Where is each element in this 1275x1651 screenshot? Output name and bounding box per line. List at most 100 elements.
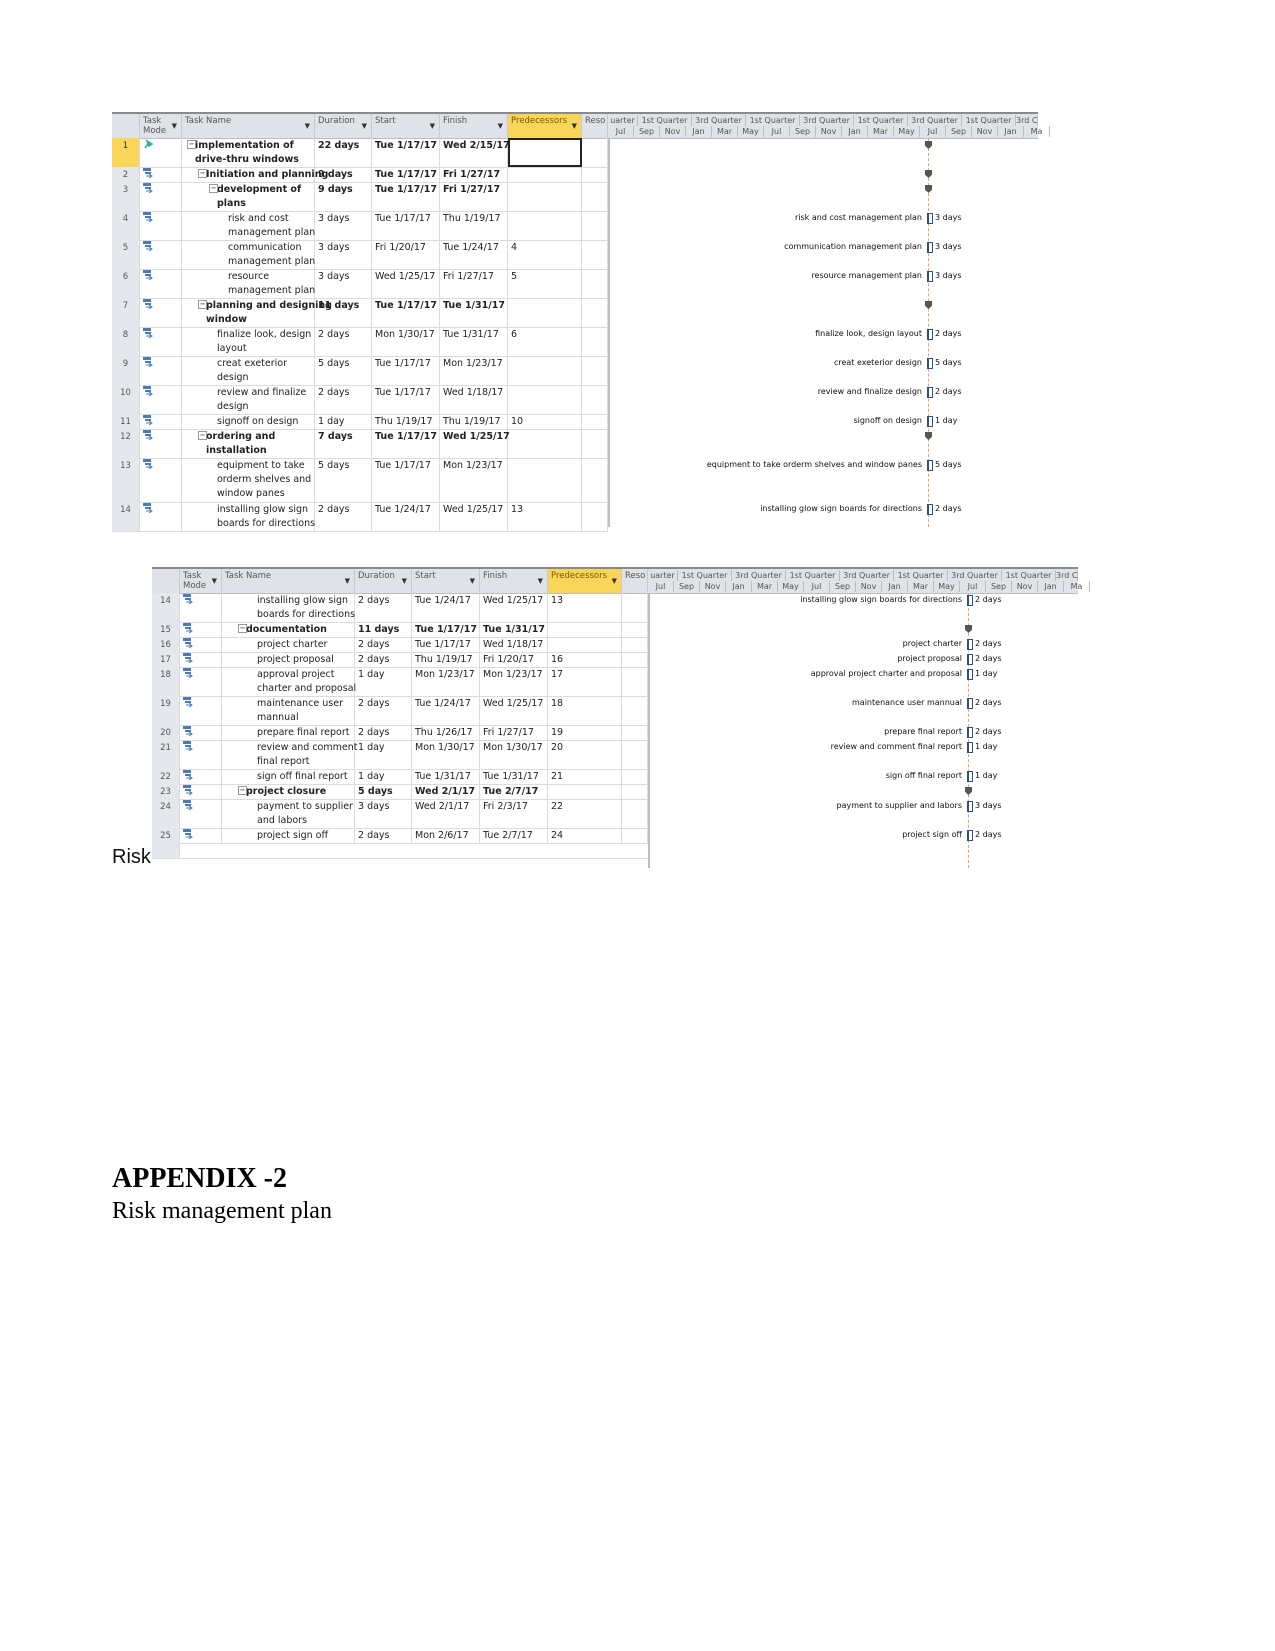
row-number[interactable]: 18 (152, 667, 180, 696)
chevron-down-icon[interactable]: ▼ (402, 576, 407, 586)
row-number[interactable]: 7 (112, 298, 140, 327)
task-start-cell[interactable]: Tue 1/24/17 (372, 502, 440, 531)
task-start-cell[interactable]: Tue 1/17/17 (372, 211, 440, 240)
task-start-cell[interactable]: Tue 1/31/17 (412, 769, 480, 784)
task-name-cell[interactable]: project charter (222, 637, 355, 652)
task-duration-cell[interactable]: 3 days (355, 799, 412, 828)
task-start-cell[interactable]: Wed 2/1/17 (412, 784, 480, 799)
row-number[interactable]: 16 (152, 637, 180, 652)
gantt-bar[interactable] (927, 504, 933, 515)
column-header-task-mode[interactable]: Task Mode ▼ (140, 114, 182, 138)
task-finish-cell[interactable]: Tue 1/31/17 (440, 327, 508, 356)
task-resource-cell[interactable] (582, 327, 608, 356)
table-row[interactable]: 17 project proposal 2 days Thu 1/19/17 Fri 1… (152, 652, 648, 668)
task-name-cell[interactable]: creat exeterior design (182, 356, 315, 385)
table-row[interactable]: 9 creat exeterior design 5 days Tue 1/17/17 M… (112, 356, 608, 386)
task-duration-cell[interactable]: 9 days (315, 182, 372, 211)
task-start-cell[interactable]: Tue 1/24/17 (412, 696, 480, 725)
task-resource-cell[interactable] (582, 269, 608, 298)
task-finish-cell[interactable]: Thu 1/19/17 (440, 414, 508, 429)
table-row[interactable]: 15− documentation 11 days Tue 1/17/17 Tue 1/… (152, 622, 648, 638)
task-resource-cell[interactable] (622, 769, 648, 784)
task-name-cell[interactable]: signoff on design (182, 414, 315, 429)
task-pred-cell[interactable] (508, 458, 582, 502)
collapse-toggle[interactable]: − (238, 786, 247, 795)
task-pred-cell[interactable] (548, 784, 622, 799)
gantt-bar[interactable] (927, 358, 933, 369)
column-header-predecessors[interactable]: Predecessors ▼ (508, 114, 582, 138)
row-number[interactable]: 11 (112, 414, 140, 429)
row-number[interactable]: 12 (112, 429, 140, 458)
row-number[interactable]: 15 (152, 622, 180, 637)
task-finish-cell[interactable]: Wed 2/15/17 (440, 138, 510, 167)
task-pred-cell[interactable] (548, 637, 622, 652)
task-duration-cell[interactable]: 2 days (355, 593, 412, 622)
table-row[interactable]: 7− planning and designing window 11 days Tue… (112, 298, 608, 328)
task-name-cell[interactable]: − Initiation and planning (182, 167, 328, 182)
row-number[interactable]: 3 (112, 182, 140, 211)
row-number[interactable]: 24 (152, 799, 180, 828)
task-pred-cell[interactable]: 4 (508, 240, 582, 269)
gantt-bar[interactable] (927, 213, 933, 224)
task-finish-cell[interactable]: Fri 1/27/17 (440, 167, 508, 182)
task-name-cell[interactable]: installing glow sign boards for direction… (222, 593, 355, 622)
task-start-cell[interactable]: Thu 1/26/17 (412, 725, 480, 740)
task-start-cell[interactable]: Tue 1/17/17 (372, 298, 440, 327)
task-resource-cell[interactable] (582, 240, 608, 269)
task-finish-cell[interactable]: Wed 1/25/17 (440, 502, 508, 531)
table-row[interactable]: 16 project charter 2 days Tue 1/17/17 Wed 1/… (152, 637, 648, 653)
column-header-predecessors[interactable]: Predecessors ▼ (548, 569, 622, 593)
task-name-cell[interactable]: project sign off (222, 828, 355, 843)
task-duration-cell[interactable]: 3 days (315, 269, 372, 298)
table-row[interactable]: 25 project sign off 2 days Mon 2/6/17 Tue 2/… (152, 828, 648, 844)
task-name-cell[interactable]: communication management plan (182, 240, 315, 269)
task-pred-cell[interactable] (508, 182, 582, 211)
task-pred-cell[interactable]: 24 (548, 828, 622, 843)
task-name-cell[interactable]: − documentation (222, 622, 355, 637)
task-finish-cell[interactable]: Fri 1/27/17 (440, 182, 508, 211)
row-number[interactable]: 23 (152, 784, 180, 799)
chevron-down-icon[interactable]: ▼ (498, 121, 503, 131)
table-row[interactable]: 20 prepare final report 2 days Thu 1/26/17 F… (152, 725, 648, 741)
task-resource-cell[interactable] (622, 593, 648, 622)
task-finish-cell[interactable]: Tue 2/7/17 (480, 784, 548, 799)
task-pred-cell[interactable] (508, 429, 582, 458)
task-resource-cell[interactable] (582, 298, 608, 327)
task-pred-cell[interactable] (508, 356, 582, 385)
task-resource-cell[interactable] (582, 211, 608, 240)
task-name-cell[interactable]: − ordering and installation (182, 429, 315, 458)
task-pred-cell[interactable]: 19 (548, 725, 622, 740)
row-number[interactable]: 8 (112, 327, 140, 356)
row-number[interactable]: 1 (112, 138, 140, 167)
task-pred-cell[interactable]: 5 (508, 269, 582, 298)
task-start-cell[interactable]: Tue 1/24/17 (412, 593, 480, 622)
task-name-cell[interactable]: sign off final report (222, 769, 355, 784)
table-row[interactable]: 6 resource management plan 3 days Wed 1/25/1… (112, 269, 608, 299)
table-row[interactable]: 18 approval project charter and proposal 1 … (152, 667, 648, 697)
task-finish-cell[interactable]: Tue 1/31/17 (440, 298, 508, 327)
task-name-cell[interactable]: − implementation of drive-thru windows (182, 138, 315, 167)
task-name-cell[interactable]: resource management plan (182, 269, 315, 298)
task-resource-cell[interactable] (582, 138, 608, 167)
task-duration-cell[interactable]: 5 days (315, 356, 372, 385)
task-start-cell[interactable]: Wed 2/1/17 (412, 799, 480, 828)
task-name-cell[interactable]: finalize look, design layout (182, 327, 315, 356)
row-number[interactable]: 13 (112, 458, 140, 502)
task-resource-cell[interactable] (582, 182, 608, 211)
table-row[interactable]: 4 risk and cost management plan 3 days Tue 1… (112, 211, 608, 241)
gantt-bar[interactable] (967, 801, 973, 812)
chevron-down-icon[interactable]: ▼ (305, 121, 310, 131)
task-duration-cell[interactable]: 2 days (315, 385, 372, 414)
row-number[interactable]: 4 (112, 211, 140, 240)
task-finish-cell[interactable]: Mon 1/23/17 (480, 667, 548, 696)
gantt-bar[interactable] (967, 595, 973, 606)
task-finish-cell[interactable]: Mon 1/23/17 (440, 458, 508, 502)
chevron-down-icon[interactable]: ▼ (612, 576, 617, 586)
column-header-finish[interactable]: Finish ▼ (480, 569, 548, 593)
gantt-bar[interactable] (967, 639, 973, 650)
task-pred-cell[interactable] (508, 211, 582, 240)
collapse-toggle[interactable]: − (238, 624, 247, 633)
task-start-cell[interactable]: Wed 1/25/17 (372, 269, 440, 298)
row-number[interactable]: 22 (152, 769, 180, 784)
task-resource-cell[interactable] (622, 637, 648, 652)
